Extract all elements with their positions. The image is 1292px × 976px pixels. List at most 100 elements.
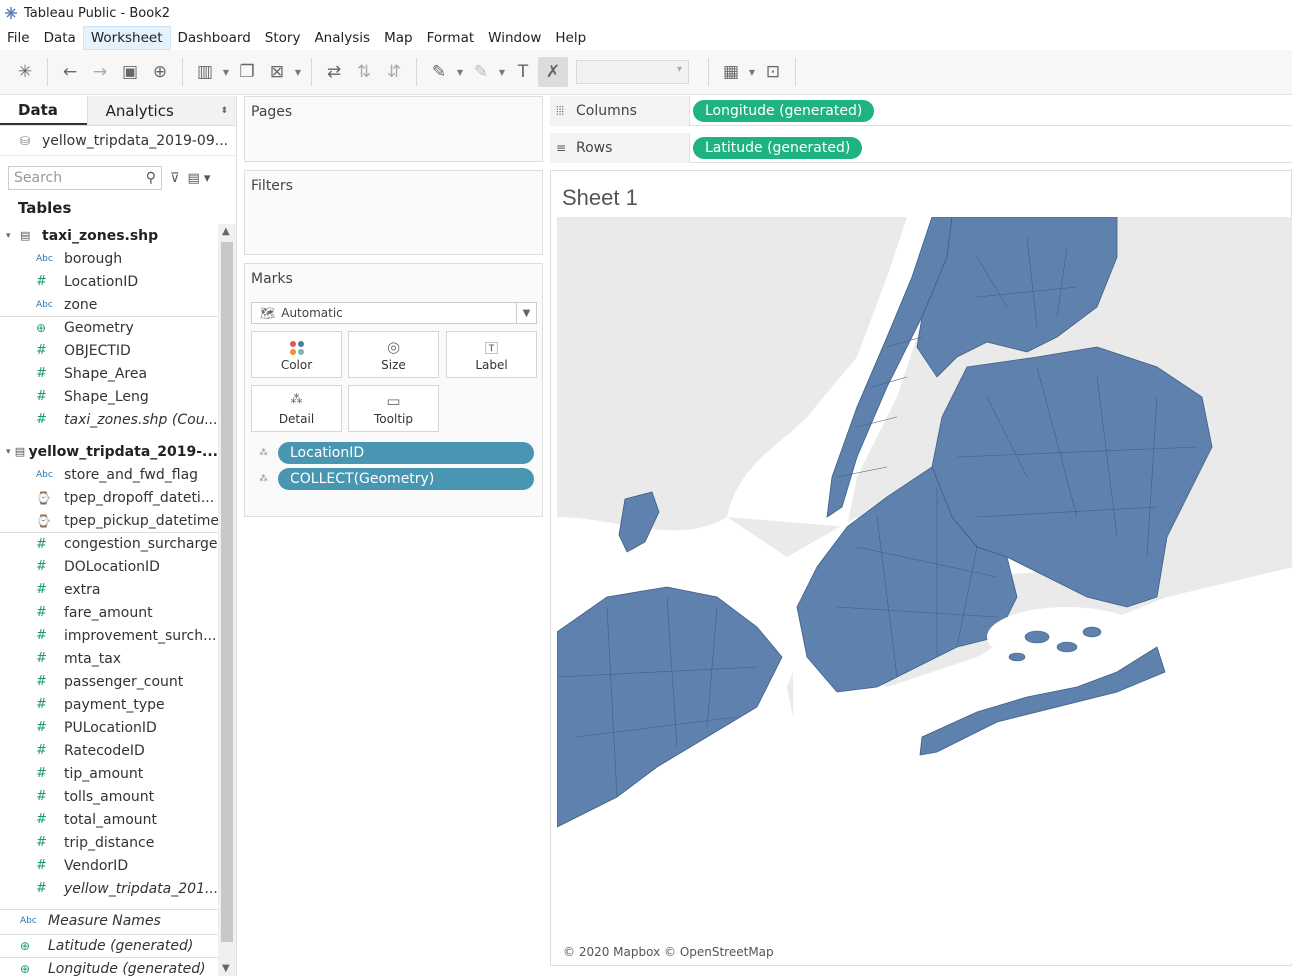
field-item[interactable]: Abc zone bbox=[0, 293, 218, 316]
view-options-icon[interactable]: ▤ ▾ bbox=[188, 171, 211, 186]
fit-dropdown[interactable] bbox=[576, 60, 689, 84]
chevron-down-icon[interactable]: ▼ bbox=[746, 57, 758, 87]
field-item[interactable]: # Shape_Leng bbox=[0, 385, 218, 408]
scrollbar-thumb[interactable] bbox=[221, 242, 233, 942]
chevron-down-icon[interactable]: ▼ bbox=[292, 57, 304, 87]
chevron-down-icon[interactable]: ▾ bbox=[6, 231, 20, 241]
menu-analysis[interactable]: Analysis bbox=[307, 27, 377, 49]
field-item[interactable]: # taxi_zones.shp (Cou... bbox=[0, 408, 218, 431]
chevron-down-icon[interactable]: ▼ bbox=[516, 303, 536, 323]
redo-icon[interactable]: → bbox=[85, 57, 115, 87]
field-item[interactable]: # DOLocationID bbox=[0, 555, 218, 578]
swap-rows-columns-icon[interactable]: ⇄ bbox=[319, 57, 349, 87]
new-worksheet-icon[interactable]: ▥ bbox=[190, 57, 220, 87]
color-button[interactable]: Color bbox=[251, 331, 342, 378]
chevron-down-icon[interactable]: ▼ bbox=[496, 57, 508, 87]
group-members-icon[interactable]: ✎ bbox=[466, 57, 496, 87]
table-header-taxi-zones[interactable]: ▾ ▤ taxi_zones.shp bbox=[0, 224, 218, 247]
rows-shelf-label: ≡ Rows bbox=[550, 133, 690, 163]
marks-pill-locationid[interactable]: LocationID bbox=[278, 442, 534, 464]
map-canvas[interactable] bbox=[557, 217, 1292, 963]
tab-data[interactable]: Data bbox=[0, 96, 87, 125]
pages-card[interactable]: Pages bbox=[244, 96, 543, 162]
fix-axes-icon[interactable]: ✗ bbox=[538, 57, 568, 87]
menu-format[interactable]: Format bbox=[420, 27, 482, 49]
menu-map[interactable]: Map bbox=[377, 27, 420, 49]
field-item[interactable]: # VendorID bbox=[0, 854, 218, 877]
field-item[interactable]: # passenger_count bbox=[0, 670, 218, 693]
size-button[interactable]: ◎ Size bbox=[348, 331, 439, 378]
map-view[interactable]: © 2020 Mapbox © OpenStreetMap bbox=[557, 217, 1292, 963]
field-item[interactable]: # congestion_surcharge bbox=[0, 532, 218, 555]
field-item[interactable]: Abc borough bbox=[0, 247, 218, 270]
field-item[interactable]: ⊕ Latitude (generated) bbox=[0, 934, 218, 957]
chevron-down-icon[interactable]: ▼ bbox=[220, 57, 232, 87]
menu-bar: File Data Worksheet Dashboard Story Anal… bbox=[0, 26, 1292, 50]
field-item[interactable]: ⌚ tpep_dropoff_dateti... bbox=[0, 486, 218, 509]
field-item[interactable]: # fare_amount bbox=[0, 601, 218, 624]
rows-pill-latitude[interactable]: Latitude (generated) bbox=[693, 137, 863, 159]
field-item[interactable]: Abc Measure Names bbox=[0, 909, 218, 932]
rows-shelf[interactable]: ≡ Rows Latitude (generated) bbox=[550, 133, 1292, 163]
chevron-down-icon[interactable]: ▾ bbox=[6, 447, 15, 457]
highlight-icon[interactable]: ✎ bbox=[424, 57, 454, 87]
show-mark-labels-icon[interactable]: T bbox=[508, 57, 538, 87]
field-item[interactable]: # Shape_Area bbox=[0, 362, 218, 385]
field-item[interactable]: # total_amount bbox=[0, 808, 218, 831]
field-item[interactable]: ⌚ tpep_pickup_datetime bbox=[0, 509, 218, 532]
field-item[interactable]: # extra bbox=[0, 578, 218, 601]
chevron-down-icon[interactable]: ▼ bbox=[454, 57, 466, 87]
field-item[interactable]: # PULocationID bbox=[0, 716, 218, 739]
sort-descending-icon[interactable]: ⇵ bbox=[379, 57, 409, 87]
field-item[interactable]: # LocationID bbox=[0, 270, 218, 293]
mark-type-dropdown[interactable]: 🗺 Automatic ▼ bbox=[251, 302, 537, 324]
menu-data[interactable]: Data bbox=[37, 27, 83, 49]
menu-file[interactable]: File bbox=[0, 27, 37, 49]
menu-dashboard[interactable]: Dashboard bbox=[171, 27, 258, 49]
datasource-row[interactable]: ⛁ yellow_tripdata_2019-09... bbox=[0, 126, 236, 156]
label-button[interactable]: 🅃 Label bbox=[446, 331, 537, 378]
sheet-title[interactable]: Sheet 1 bbox=[562, 185, 638, 211]
tab-analytics[interactable]: Analytics ⬍ bbox=[86, 96, 236, 125]
field-item[interactable]: # payment_type bbox=[0, 693, 218, 716]
scroll-up-icon[interactable]: ▲ bbox=[222, 226, 230, 237]
field-label: VendorID bbox=[64, 857, 129, 874]
scroll-down-icon[interactable]: ▼ bbox=[222, 963, 230, 974]
field-item[interactable]: # mta_tax bbox=[0, 647, 218, 670]
field-list-scrollbar[interactable]: ▲ ▼ bbox=[218, 224, 236, 976]
sort-ascending-icon[interactable]: ⇅ bbox=[349, 57, 379, 87]
menu-window[interactable]: Window bbox=[481, 27, 548, 49]
field-item[interactable]: ⊕ Geometry bbox=[0, 316, 218, 339]
field-item[interactable]: # tip_amount bbox=[0, 762, 218, 785]
menu-worksheet[interactable]: Worksheet bbox=[82, 26, 171, 50]
new-datasource-icon[interactable]: ⊕ bbox=[145, 57, 175, 87]
show-me-icon[interactable]: ▦ bbox=[716, 57, 746, 87]
presentation-mode-icon[interactable]: ⊡ bbox=[758, 57, 788, 87]
save-icon[interactable]: ▣ bbox=[115, 57, 145, 87]
filter-icon[interactable]: ⊽ bbox=[170, 171, 180, 186]
menu-help[interactable]: Help bbox=[548, 27, 593, 49]
table-icon: ▤ bbox=[14, 445, 26, 458]
columns-pill-longitude[interactable]: Longitude (generated) bbox=[693, 100, 875, 122]
undo-icon[interactable]: ← bbox=[55, 57, 85, 87]
field-item[interactable]: ⊕ Longitude (generated) bbox=[0, 957, 218, 976]
table-header-yellow-tripdata[interactable]: ▾ ▤ yellow_tripdata_2019-... bbox=[0, 440, 218, 463]
tableau-home-icon[interactable]: ✳ bbox=[10, 57, 40, 87]
clear-sheet-icon[interactable]: ⊠ bbox=[262, 57, 292, 87]
field-item[interactable]: # RatecodeID bbox=[0, 739, 218, 762]
field-item[interactable]: # improvement_surch... bbox=[0, 624, 218, 647]
search-input[interactable]: Search ⚲ bbox=[8, 166, 162, 190]
filters-card[interactable]: Filters bbox=[244, 170, 543, 255]
tooltip-button[interactable]: ▭ Tooltip bbox=[348, 385, 439, 432]
field-item[interactable]: # trip_distance bbox=[0, 831, 218, 854]
columns-shelf[interactable]: ⦙⦙⦙ Columns Longitude (generated) bbox=[550, 96, 1292, 126]
field-item[interactable]: Abc store_and_fwd_flag bbox=[0, 463, 218, 486]
duplicate-sheet-icon[interactable]: ❐ bbox=[232, 57, 262, 87]
field-item[interactable]: # tolls_amount bbox=[0, 785, 218, 808]
field-item[interactable]: # yellow_tripdata_201... bbox=[0, 877, 218, 900]
menu-story[interactable]: Story bbox=[258, 27, 308, 49]
field-item[interactable]: # OBJECTID bbox=[0, 339, 218, 362]
marks-pill-collect-geometry[interactable]: COLLECT(Geometry) bbox=[278, 468, 534, 490]
detail-button[interactable]: ⁂ Detail bbox=[251, 385, 342, 432]
detail-icon: ⁂ bbox=[290, 391, 303, 406]
